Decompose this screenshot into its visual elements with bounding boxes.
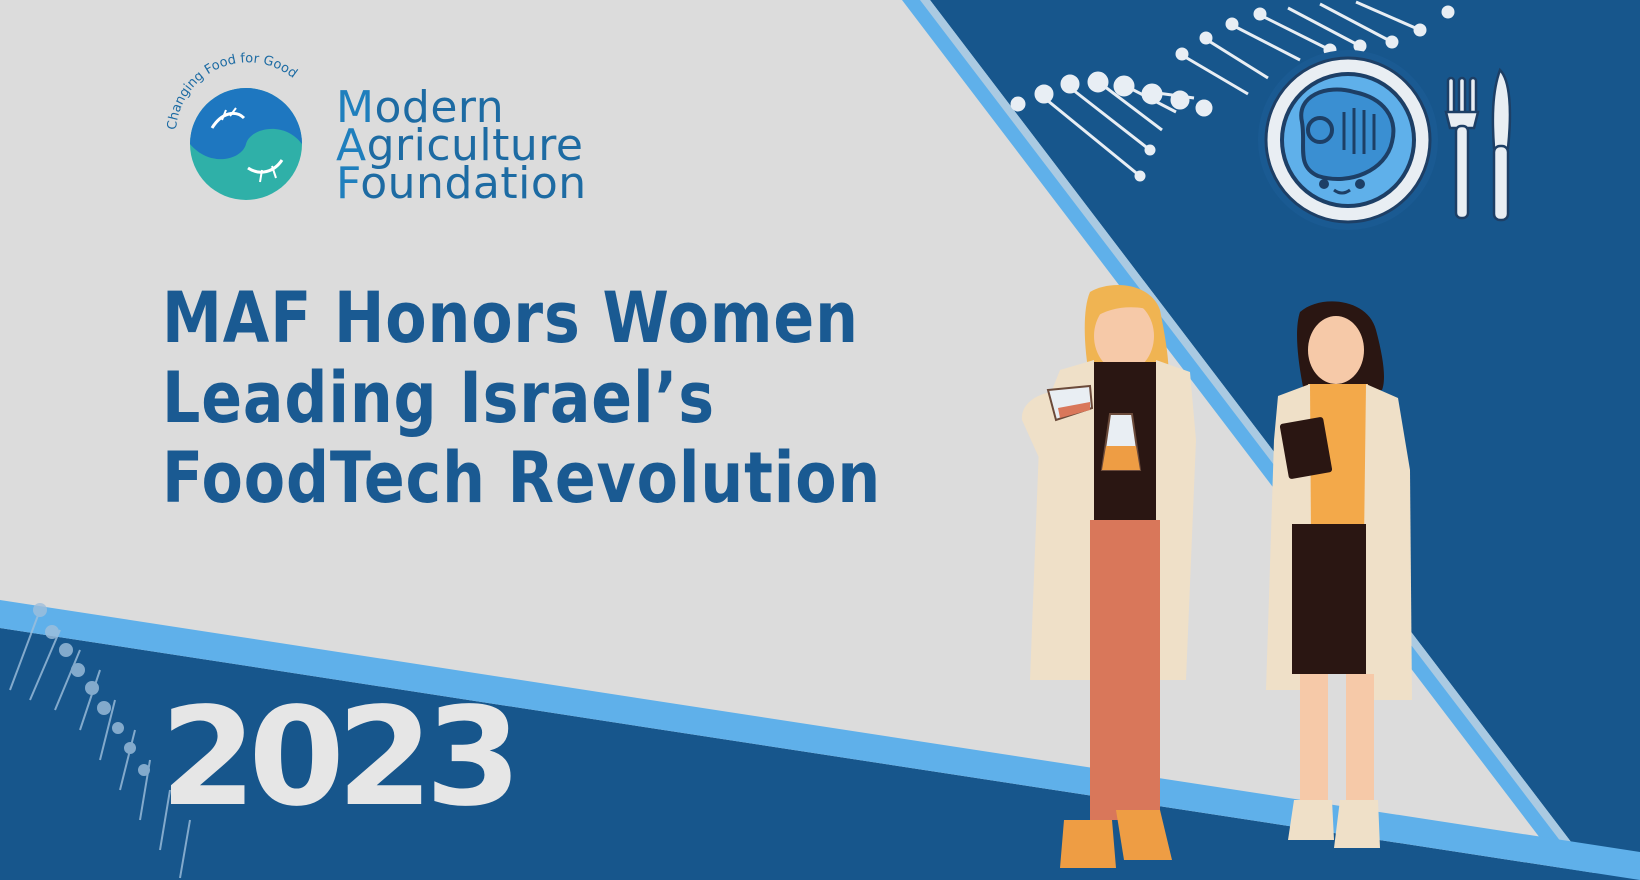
headline-line-3: FoodTech Revolution [162,437,882,519]
page-title: MAF Honors Women Leading Israel’s FoodTe… [162,278,881,518]
banner: Changing Food for Good Modern Agricultur… [0,0,1640,880]
headline-line-1: MAF Honors Women [162,277,859,359]
maf-logo-mark [190,88,302,200]
knife-icon [1491,67,1512,222]
plate-with-steak-icon [1258,50,1438,230]
year-label: 2023 [160,679,522,837]
headline-line-2: Leading Israel’s [162,357,715,439]
logo-word-foundation: Foundation [336,158,587,209]
